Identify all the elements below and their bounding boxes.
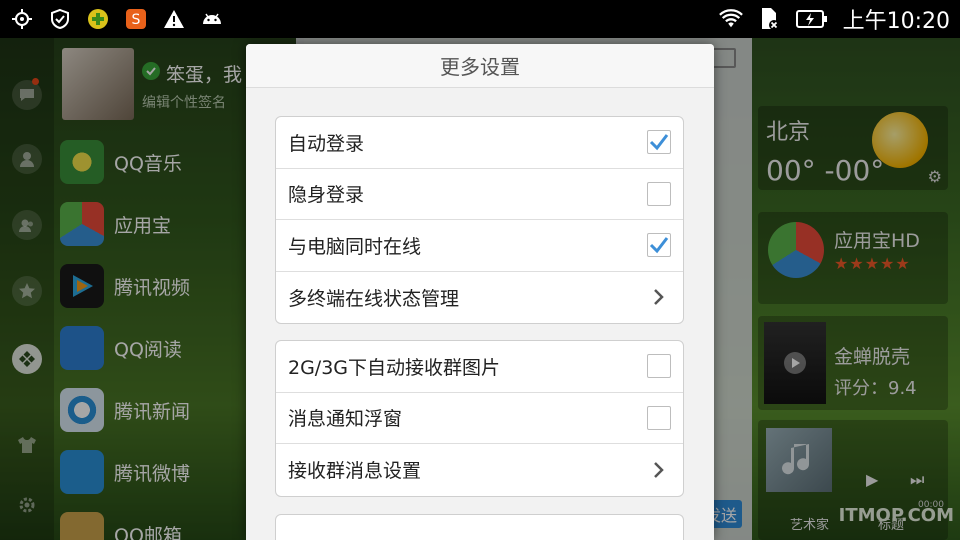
setting-multi-device-status[interactable]: 多终端在线状态管理 [276,272,683,324]
settings-group-partial [275,514,684,540]
status-bar: S 上午10:20 [0,0,960,38]
setting-group-message[interactable]: 接收群消息设置 [276,444,683,496]
dialog-title: 更多设置 [246,44,714,88]
chevron-right-icon [647,285,671,309]
android-icon [200,7,224,31]
gps-icon [10,7,34,31]
more-settings-dialog: 更多设置 自动登录 隐身登录 与电脑同时在线 多终端在线状态管理 2G/3G下自… [246,44,714,540]
checkmark-icon [649,134,669,151]
online-with-pc-checkbox[interactable] [647,233,671,258]
notification-popup-checkbox[interactable] [647,405,671,430]
chevron-right-icon [647,458,671,482]
setting-online-with-pc[interactable]: 与电脑同时在线 [276,220,683,272]
warning-icon [162,7,186,31]
plus-app-icon [86,7,110,31]
svg-text:S: S [132,12,141,28]
stealth-login-checkbox[interactable] [647,181,671,206]
wifi-icon [718,7,743,31]
settings-group-login: 自动登录 隐身登录 与电脑同时在线 多终端在线状态管理 [275,116,684,324]
settings-group-messages: 2G/3G下自动接收群图片 消息通知浮窗 接收群消息设置 [275,340,684,497]
shield-icon [48,7,72,31]
sogou-icon: S [124,7,148,31]
auto-login-checkbox[interactable] [647,130,671,155]
setting-auto-receive-group-images[interactable]: 2G/3G下自动接收群图片 [276,341,683,393]
clock: 上午10:20 [842,9,950,34]
setting-notification-popup[interactable]: 消息通知浮窗 [276,393,683,444]
checkmark-icon [649,237,669,254]
auto-receive-images-checkbox[interactable] [647,354,671,379]
setting-stealth-login[interactable]: 隐身登录 [276,169,683,220]
sd-card-icon [757,7,781,31]
battery-charging-icon [795,7,829,31]
setting-auto-login[interactable]: 自动登录 [276,117,683,169]
